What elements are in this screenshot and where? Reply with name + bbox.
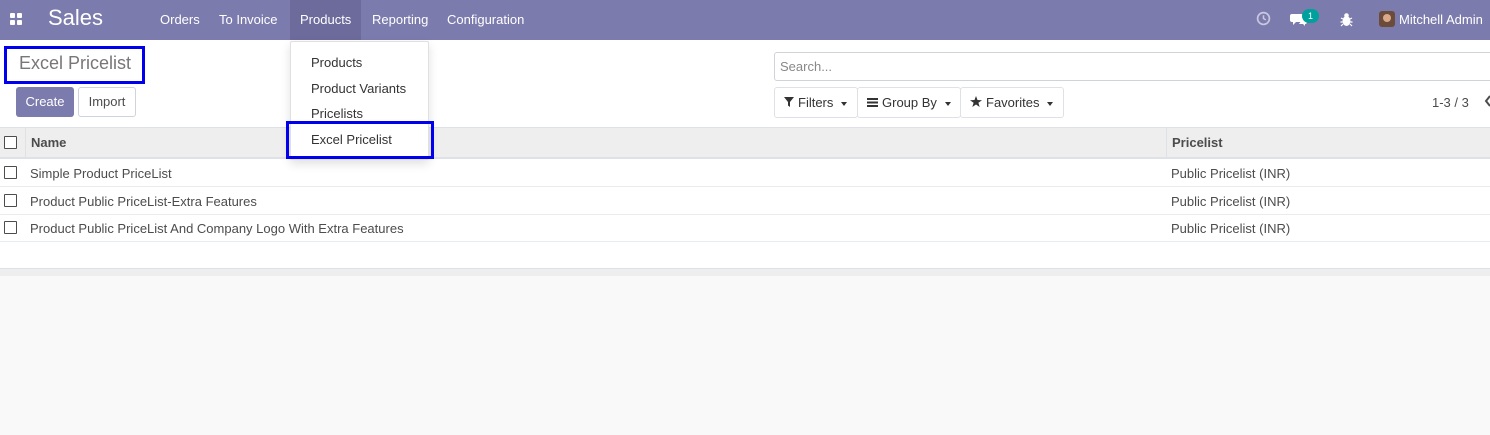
filters-button[interactable]: Filters [774,87,858,118]
star-icon [970,89,982,118]
bars-icon [867,89,878,118]
import-button[interactable]: Import [78,87,136,117]
row-checkbox[interactable] [4,166,17,179]
group-by-label: Group By [882,95,937,110]
dropdown-item-products[interactable]: Products [311,55,362,70]
page-title: Excel Pricelist [19,53,132,73]
menu-reporting[interactable]: Reporting [362,0,438,40]
column-header-pricelist[interactable]: Pricelist [1172,135,1223,150]
breadcrumb: Excel Pricelist [4,46,145,84]
cell-name: Product Public PriceList And Company Log… [30,221,404,236]
table-row[interactable]: Simple Product PriceList Public Pricelis… [0,159,1490,187]
avatar[interactable] [1379,11,1395,27]
chevron-left-icon[interactable] [1484,95,1490,107]
top-navbar: Sales Orders To Invoice Products Reporti… [0,0,1490,40]
excel-pricelist-highlight [286,121,434,159]
search-input[interactable] [775,53,1490,80]
select-all-checkbox[interactable] [4,136,17,149]
row-checkbox[interactable] [4,194,17,207]
chevron-down-icon [1047,101,1054,106]
dropdown-item-product-variants[interactable]: Product Variants [311,81,406,96]
filter-icon [784,89,794,118]
list-footer [0,268,1490,276]
row-checkbox[interactable] [4,221,17,234]
bug-icon[interactable] [1340,12,1353,27]
favorites-button[interactable]: Favorites [960,87,1064,118]
table-header: Name Pricelist [0,128,1490,159]
apps-grid-icon[interactable] [10,13,22,25]
cell-name: Simple Product PriceList [30,166,172,181]
menu-orders[interactable]: Orders [150,0,210,40]
pager-value[interactable]: 1-3 / 3 [1432,95,1469,110]
favorites-label: Favorites [986,95,1040,110]
cell-pricelist: Public Pricelist (INR) [1171,166,1291,181]
column-divider [1166,128,1167,157]
list-view: Name Pricelist Simple Product PriceList … [0,128,1490,270]
filters-label: Filters [798,95,834,110]
menu-configuration[interactable]: Configuration [437,0,534,40]
column-divider [25,128,26,157]
control-panel: Excel Pricelist Create Import Filters Gr… [0,40,1490,128]
chevron-down-icon [841,101,848,106]
cell-name: Product Public PriceList-Extra Features [30,194,257,209]
search-bar [774,52,1490,81]
create-button[interactable]: Create [16,87,74,117]
dropdown-item-pricelists[interactable]: Pricelists [311,106,363,121]
table-row[interactable]: Product Public PriceList And Company Log… [0,214,1490,242]
user-menu[interactable]: Mitchell Admin [1399,12,1483,27]
menu-products[interactable]: Products [290,0,362,40]
group-by-button[interactable]: Group By [857,87,961,118]
column-header-name[interactable]: Name [31,135,66,150]
cell-pricelist: Public Pricelist (INR) [1171,221,1291,236]
clock-icon[interactable] [1256,11,1271,26]
menu-to-invoice[interactable]: To Invoice [209,0,288,40]
table-row[interactable]: Product Public PriceList-Extra Features … [0,187,1490,215]
messages-badge: 1 [1302,9,1319,23]
cell-pricelist: Public Pricelist (INR) [1171,194,1291,209]
app-title: Sales [48,5,104,30]
chevron-down-icon [944,101,951,106]
